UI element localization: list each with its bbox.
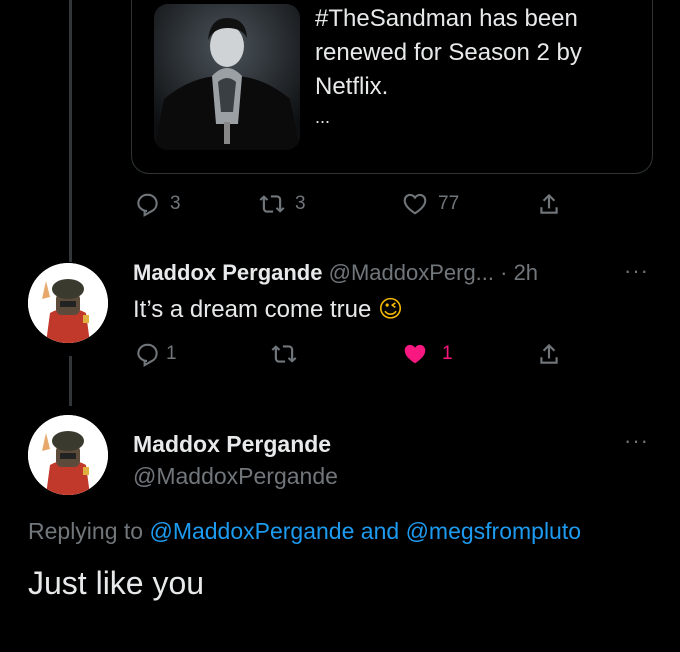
- reply-more-icon[interactable]: ···: [624, 258, 649, 284]
- wink-emoji-icon: 😉: [378, 295, 404, 323]
- main-more-icon[interactable]: ···: [624, 428, 649, 454]
- retweet-action[interactable]: 3: [259, 191, 306, 217]
- like-action[interactable]: 77: [402, 191, 459, 217]
- reply-author-handle-time[interactable]: @MaddoxPerg... · 2h: [329, 260, 538, 285]
- reply-author-avatar[interactable]: [28, 263, 108, 343]
- replying-to-user-2-link[interactable]: @megsfrompluto: [406, 518, 581, 544]
- reply-reply-action[interactable]: 1: [134, 341, 177, 367]
- thread-connector-top: [69, 0, 72, 262]
- share-icon: [540, 193, 558, 214]
- reply-author-name[interactable]: Maddox Pergande: [133, 260, 322, 285]
- main-tweet-text: Just like you: [28, 565, 205, 601]
- retweet-icon: [271, 345, 297, 363]
- reply-action[interactable]: 3: [134, 191, 181, 217]
- quoted-tweet-ellipsis: ...: [315, 107, 331, 127]
- reply-like-action[interactable]: 1: [402, 341, 453, 367]
- like-count: 77: [438, 193, 460, 214]
- reply-body: It’s a dream come true: [133, 296, 372, 323]
- quoted-tweet-text: #TheSandman has been renewed for Season …: [315, 2, 635, 130]
- reply-reply-count: 1: [166, 343, 177, 364]
- reply-header: Maddox Pergande @MaddoxPerg... · 2h: [133, 258, 538, 288]
- reply-count: 3: [170, 193, 181, 214]
- reply-icon: [137, 343, 158, 367]
- reply-icon: [137, 193, 158, 217]
- share-icon: [540, 343, 558, 364]
- thread-connector-bottom: [69, 356, 72, 406]
- quoted-tweet-body: #TheSandman has been renewed for Season …: [315, 5, 582, 100]
- reply-retweet-action[interactable]: [271, 341, 297, 367]
- heart-filled-icon: [404, 344, 426, 364]
- retweet-count: 3: [295, 193, 306, 214]
- retweet-icon: [259, 195, 285, 213]
- main-author-handle[interactable]: @MaddoxPergande: [133, 461, 338, 491]
- reply-text: It’s a dream come true 😉: [133, 293, 403, 326]
- reply-share-action[interactable]: [536, 341, 562, 367]
- quoted-tweet-image[interactable]: [154, 4, 300, 150]
- main-author-name[interactable]: Maddox Pergande: [133, 429, 331, 459]
- replying-to-label: Replying to: [28, 518, 144, 544]
- replying-to-user-1-link[interactable]: @MaddoxPergande: [149, 518, 354, 544]
- reply-like-count: 1: [442, 343, 453, 364]
- replying-to-line: Replying to @MaddoxPergande and @megsfro…: [28, 515, 581, 547]
- replying-to-and: and: [360, 518, 400, 544]
- heart-icon: [403, 193, 427, 215]
- share-action[interactable]: [536, 191, 562, 217]
- main-author-avatar[interactable]: [28, 415, 108, 495]
